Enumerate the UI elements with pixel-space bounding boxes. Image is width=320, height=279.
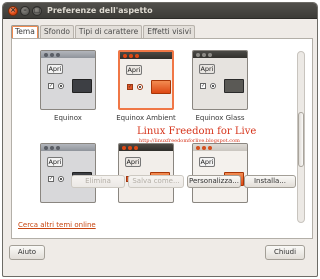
delete-theme-button[interactable]: Elimina	[71, 175, 125, 188]
theme-name: Equinox Glass	[195, 114, 245, 122]
scrollbar-thumb[interactable]	[298, 112, 304, 167]
tab-bar: Tema Sfondo Tipi di carattere Effetti vi…	[11, 25, 196, 39]
minimize-window-button[interactable]: –	[20, 6, 30, 16]
theme-list-panel: Apri ✓ Equinox Apri ✓ Equinox Ambient Ap…	[11, 38, 313, 239]
theme-item-equinox[interactable]: Apri ✓ Equinox	[40, 50, 100, 134]
maximize-window-button[interactable]: □	[32, 6, 42, 16]
theme-name: Equinox Ambient	[116, 114, 176, 122]
theme-preview: Apri ✓	[40, 50, 96, 110]
theme-preview: Apri ✓	[118, 50, 174, 110]
preview-button: Apri	[47, 157, 63, 167]
preview-button: Apri	[199, 157, 215, 167]
maximize-icon: □	[33, 6, 41, 14]
install-button[interactable]: Installa...	[244, 175, 296, 188]
preview-radio	[137, 84, 143, 90]
preview-titlebar	[193, 51, 247, 58]
preview-titlebar	[120, 52, 172, 59]
theme-preview: Apri ✓	[40, 143, 96, 203]
theme-name: Equinox	[54, 114, 82, 122]
preview-checkbox: ✓	[48, 176, 54, 182]
watermark-url: http://linuxfreedomforlive.blogspot.com	[139, 138, 240, 144]
window-title: Preferenze dell'aspetto	[47, 6, 153, 15]
preview-checkbox: ✓	[48, 83, 54, 89]
folder-icon	[151, 80, 171, 94]
folder-icon	[224, 79, 244, 93]
folder-icon	[72, 79, 92, 93]
preview-radio	[210, 83, 216, 89]
appearance-preferences-window: × – □ Preferenze dell'aspetto Tema Sfond…	[2, 2, 318, 277]
save-as-button[interactable]: Salva come...	[128, 175, 184, 188]
title-bar: × – □ Preferenze dell'aspetto	[3, 3, 317, 19]
tab-effetti-visivi[interactable]: Effetti visivi	[143, 25, 196, 38]
theme-item-equinox-ambient[interactable]: Apri ✓ Equinox Ambient	[116, 50, 178, 134]
preview-titlebar	[193, 144, 247, 151]
tab-tipi-di-carattere[interactable]: Tipi di carattere	[74, 25, 143, 38]
close-button[interactable]: Chiudi	[265, 245, 305, 260]
preview-radio	[58, 83, 64, 89]
theme-item-equinox-glass[interactable]: Apri ✓ Equinox Glass	[192, 50, 252, 134]
preview-checkbox: ✓	[127, 84, 133, 90]
preview-radio	[58, 176, 64, 182]
vertical-scrollbar[interactable]	[297, 51, 305, 223]
help-button[interactable]: Aiuto	[9, 245, 45, 260]
theme-preview: Apri ✓	[192, 143, 248, 203]
preview-titlebar	[119, 144, 173, 151]
tab-sfondo[interactable]: Sfondo	[39, 25, 74, 38]
search-online-themes-link[interactable]: Cerca altri temi online	[18, 221, 96, 229]
preview-titlebar	[41, 51, 95, 58]
preview-button: Apri	[125, 157, 141, 167]
close-window-button[interactable]: ×	[8, 6, 18, 16]
watermark-text: Linux Freedom for Live	[137, 126, 257, 137]
preview-button: Apri	[47, 64, 63, 74]
customize-button[interactable]: Personalizza...	[187, 175, 241, 188]
theme-preview: Apri ✓	[118, 143, 174, 203]
preview-button: Apri	[126, 65, 142, 75]
preview-checkbox: ✓	[200, 83, 206, 89]
preview-titlebar	[41, 144, 95, 151]
preview-button: Apri	[199, 64, 215, 74]
minimize-icon: –	[23, 6, 27, 14]
close-icon: ×	[10, 6, 16, 14]
tab-tema[interactable]: Tema	[11, 25, 39, 39]
theme-preview: Apri ✓	[192, 50, 248, 110]
